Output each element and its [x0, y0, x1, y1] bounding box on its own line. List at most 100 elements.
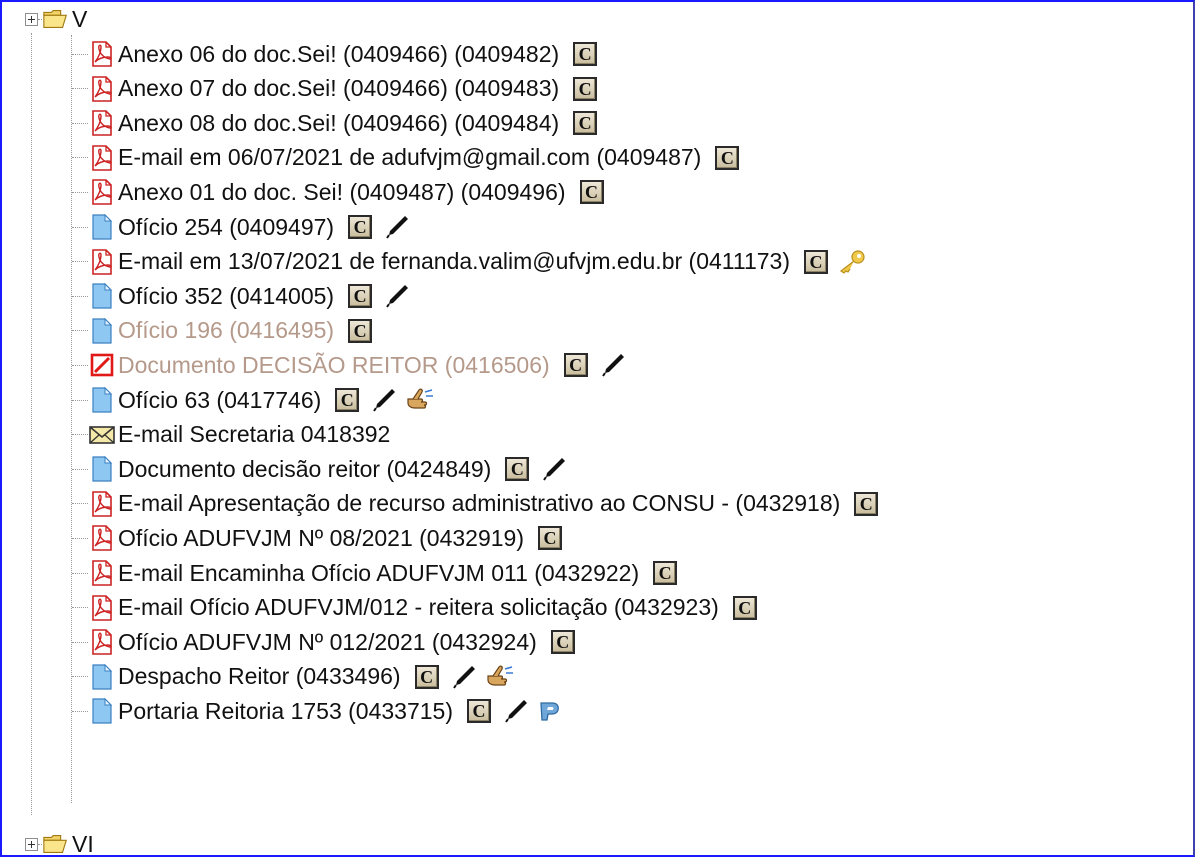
folder-label[interactable]: V [72, 6, 87, 33]
document-link[interactable]: Anexo 08 do doc.Sei! (0409466) (0409484) [118, 110, 559, 137]
document-link[interactable]: Ofício 196 (0416495) [118, 317, 334, 344]
consult-button[interactable]: C [414, 664, 439, 689]
pdf-file-icon [88, 559, 116, 587]
tree-item[interactable]: Ofício ADUFVJM Nº 08/2021 (0432919) C [72, 521, 562, 555]
document-link[interactable]: Despacho Reitor (0433496) [118, 663, 401, 690]
tree-item[interactable]: E-mail Encaminha Ofício ADUFVJM 011 (043… [72, 556, 678, 590]
tree-item[interactable]: Anexo 01 do doc. Sei! (0409487) (0409496… [72, 175, 604, 209]
acknowledge-hand-icon[interactable] [485, 664, 515, 690]
tree-folder[interactable]: V [25, 2, 87, 36]
consult-button[interactable]: C [348, 318, 373, 343]
consult-button[interactable]: C [573, 76, 598, 101]
tree-item[interactable]: Ofício 352 (0414005) C [72, 279, 410, 313]
restricted-access-key-icon[interactable] [836, 249, 866, 275]
process-tree: V Anexo 06 do doc.Sei! (0409466) (0409482… [2, 2, 1193, 855]
document-link[interactable]: Documento DECISÃO REITOR (0416506) [118, 352, 550, 379]
tree-item[interactable]: E-mail Ofício ADUFVJM/012 - reitera soli… [72, 591, 757, 625]
document-link[interactable]: E-mail em 13/07/2021 de fernanda.valim@u… [118, 248, 790, 275]
consult-button[interactable]: C [573, 111, 598, 136]
folder-open-icon [42, 830, 70, 855]
tree-connector [72, 53, 88, 55]
tree-item[interactable]: Documento decisão reitor (0424849) C [72, 452, 567, 486]
consult-button[interactable]: C [550, 630, 575, 655]
pdf-file-icon [88, 178, 116, 206]
acknowledge-hand-icon[interactable] [405, 387, 435, 413]
tree-connector [72, 399, 88, 401]
consult-button[interactable]: C [715, 145, 740, 170]
tree-item[interactable]: Ofício ADUFVJM Nº 012/2021 (0432924) C [72, 625, 575, 659]
consult-button[interactable]: C [854, 491, 879, 516]
pdf-file-icon [88, 144, 116, 172]
signature-pen-icon[interactable] [600, 352, 626, 378]
consult-button[interactable]: C [563, 353, 588, 378]
tree-connector [72, 434, 88, 436]
document-link[interactable]: Ofício 254 (0409497) [118, 214, 334, 241]
tree-connector [72, 261, 88, 263]
document-link[interactable]: Anexo 06 do doc.Sei! (0409466) (0409482) [118, 41, 559, 68]
document-tree-panel: V Anexo 06 do doc.Sei! (0409466) (0409482… [0, 0, 1195, 857]
consult-button[interactable]: C [466, 699, 491, 724]
document-link[interactable]: Ofício 352 (0414005) [118, 283, 334, 310]
signature-pen-icon[interactable] [371, 387, 397, 413]
signature-pen-icon[interactable] [451, 664, 477, 690]
document-link[interactable]: E-mail Encaminha Ofício ADUFVJM 011 (043… [118, 560, 639, 587]
consult-button[interactable]: C [573, 42, 598, 66]
tree-item[interactable]: E-mail Secretaria 0418392 [72, 418, 390, 452]
tree-item[interactable]: Anexo 08 do doc.Sei! (0409466) (0409484)… [72, 106, 598, 140]
tree-connector [72, 607, 88, 609]
consult-button[interactable]: C [579, 180, 604, 205]
canceled-document-icon [88, 351, 116, 379]
document-link[interactable]: Portaria Reitoria 1753 (0433715) [118, 698, 453, 725]
tree-item[interactable]: Documento DECISÃO REITOR (0416506) C [72, 348, 626, 382]
expand-toggle-icon[interactable] [25, 837, 38, 851]
pdf-file-icon [88, 490, 116, 518]
pdf-file-icon [88, 628, 116, 656]
document-link[interactable]: Ofício ADUFVJM Nº 08/2021 (0432919) [118, 525, 524, 552]
tree-item[interactable]: E-mail em 06/07/2021 de adufvjm@gmail.co… [72, 141, 740, 175]
tree-connector [72, 191, 88, 193]
signature-pen-icon[interactable] [384, 283, 410, 309]
tree-connector [72, 122, 88, 124]
pdf-file-icon [88, 524, 116, 552]
tree-connector [72, 537, 88, 539]
tree-item[interactable]: Anexo 07 do doc.Sei! (0409466) (0409483)… [72, 72, 598, 106]
document-link[interactable]: Documento decisão reitor (0424849) [118, 456, 491, 483]
consult-button[interactable]: C [348, 215, 373, 239]
consult-button[interactable]: C [803, 249, 828, 274]
document-link[interactable]: E-mail Ofício ADUFVJM/012 - reitera soli… [118, 594, 719, 621]
tree-item[interactable]: Ofício 63 (0417746) C [72, 383, 435, 417]
pdf-file-icon [88, 248, 116, 276]
consult-button[interactable]: C [348, 284, 373, 309]
tree-item[interactable]: Anexo 06 do doc.Sei! (0409466) (0409482)… [72, 37, 598, 71]
consult-button[interactable]: C [505, 457, 530, 482]
tree-folder[interactable]: VI [25, 827, 94, 856]
consult-button[interactable]: C [537, 526, 562, 551]
tree-connector [72, 226, 88, 228]
consult-button[interactable]: C [653, 561, 678, 585]
document-link[interactable]: E-mail Secretaria 0418392 [118, 421, 390, 448]
consult-button[interactable]: C [732, 595, 757, 620]
signature-pen-icon[interactable] [503, 698, 529, 724]
tree-item[interactable]: E-mail Apresentação de recurso administr… [72, 487, 879, 521]
document-link[interactable]: E-mail Apresentação de recurso administr… [118, 490, 840, 517]
consult-button[interactable]: C [335, 388, 360, 412]
email-icon [88, 421, 116, 449]
tree-item[interactable]: Ofício 254 (0409497) C [72, 210, 410, 244]
tree-guide-line [31, 33, 32, 815]
document-link[interactable]: Anexo 01 do doc. Sei! (0409487) (0409496… [118, 179, 566, 206]
document-icon [88, 697, 116, 725]
pdf-file-icon [88, 109, 116, 137]
document-link[interactable]: E-mail em 06/07/2021 de adufvjm@gmail.co… [118, 144, 701, 171]
publication-icon[interactable] [537, 698, 567, 724]
expand-toggle-icon[interactable] [25, 12, 38, 26]
document-link[interactable]: Ofício 63 (0417746) [118, 387, 321, 414]
document-link[interactable]: Anexo 07 do doc.Sei! (0409466) (0409483) [118, 75, 559, 102]
folder-label[interactable]: VI [72, 831, 94, 856]
signature-pen-icon[interactable] [541, 456, 567, 482]
tree-item[interactable]: Despacho Reitor (0433496) C [72, 660, 515, 694]
tree-item[interactable]: Portaria Reitoria 1753 (0433715) C [72, 694, 567, 728]
document-link[interactable]: Ofício ADUFVJM Nº 012/2021 (0432924) [118, 629, 537, 656]
signature-pen-icon[interactable] [384, 214, 410, 240]
tree-item[interactable]: Ofício 196 (0416495) C [72, 314, 373, 348]
tree-item[interactable]: E-mail em 13/07/2021 de fernanda.valim@u… [72, 245, 866, 279]
